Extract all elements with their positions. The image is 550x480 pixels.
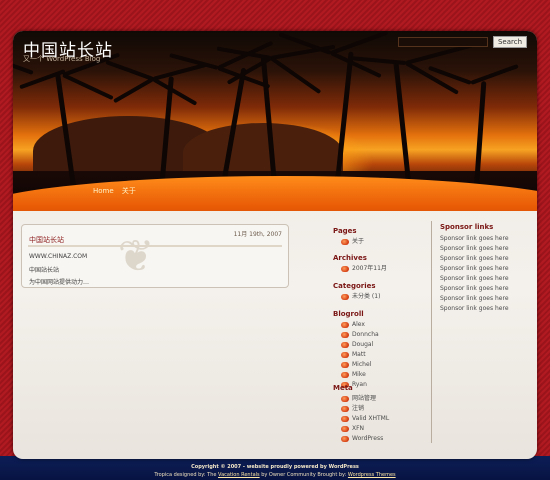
main-nav: Home 关于 — [93, 186, 142, 196]
bullet-icon — [341, 406, 349, 412]
bullet-icon — [341, 266, 349, 272]
footer-credits: Tropica designed by: The Vacation Rental… — [0, 471, 550, 479]
post-date: 11月 19th, 2007 — [233, 231, 282, 238]
footer-credits-prefix: Tropica designed by: The — [154, 472, 219, 478]
bullet-icon — [341, 416, 349, 422]
blogroll-heading: Blogroll — [333, 310, 364, 318]
floral-ornament-icon: ❦ — [117, 231, 155, 282]
sponsor-sidebar: Sponsor links Sponsor link goes here Spo… — [431, 221, 523, 443]
footer-copyright: Copyright © 2007 - website proudly power… — [191, 464, 359, 470]
post-text-line: 中国站长站 — [29, 267, 60, 274]
bullet-icon — [341, 372, 349, 378]
post-title[interactable]: 中国站长站 — [29, 235, 64, 245]
bullet-icon — [341, 436, 349, 442]
pages-heading: Pages — [333, 227, 357, 235]
bullet-icon — [341, 294, 349, 300]
sponsor-link[interactable]: Sponsor link goes here — [440, 305, 509, 312]
sponsor-link[interactable]: Sponsor link goes here — [440, 295, 509, 302]
sponsor-link[interactable]: Sponsor link goes here — [440, 245, 509, 252]
bullet-icon — [341, 239, 349, 245]
bullet-icon — [341, 362, 349, 368]
bullet-icon — [341, 352, 349, 358]
post-text-line: 为中国网站提供动力… — [29, 279, 90, 286]
sponsor-link[interactable]: Sponsor link goes here — [440, 285, 509, 292]
search-button[interactable]: Search — [493, 36, 527, 48]
sponsor-heading: Sponsor links — [440, 223, 494, 231]
bullet-icon — [341, 342, 349, 348]
vacation-rentals-link[interactable]: Vacation Rentals — [218, 472, 260, 478]
bullet-icon — [341, 322, 349, 328]
categories-heading: Categories — [333, 282, 376, 290]
archives-heading: Archives — [333, 254, 367, 262]
nav-item-about[interactable]: 关于 — [122, 187, 136, 195]
post-divider — [28, 245, 282, 247]
bullet-icon — [341, 396, 349, 402]
nav-item-home[interactable]: Home — [93, 187, 114, 195]
footer-credits-middle: by Owner Community Brought by: — [259, 472, 348, 478]
site-tagline: 又一个 WordPress Blog — [23, 55, 101, 63]
sponsor-link[interactable]: Sponsor link goes here — [440, 265, 509, 272]
header-banner: 中国站长站 又一个 WordPress Blog Search — [13, 31, 537, 211]
meta-heading: Meta — [333, 384, 353, 392]
page-container: 中国站长站 又一个 WordPress Blog Search Home 关于 … — [13, 31, 537, 459]
wordpress-themes-link[interactable]: Wordpress Themes — [348, 472, 396, 478]
bullet-icon — [341, 426, 349, 432]
sponsor-link[interactable]: Sponsor link goes here — [440, 255, 509, 262]
post-card: ❦ 中国站长站 11月 19th, 2007 WWW.CHINAZ.COM 中国… — [21, 224, 289, 288]
post-text-line: WWW.CHINAZ.COM — [29, 253, 88, 260]
bullet-icon — [341, 332, 349, 338]
footer: Copyright © 2007 - website proudly power… — [0, 463, 550, 479]
sponsor-link[interactable]: Sponsor link goes here — [440, 275, 509, 282]
sponsor-link[interactable]: Sponsor link goes here — [440, 235, 509, 242]
search-input[interactable] — [398, 37, 488, 47]
